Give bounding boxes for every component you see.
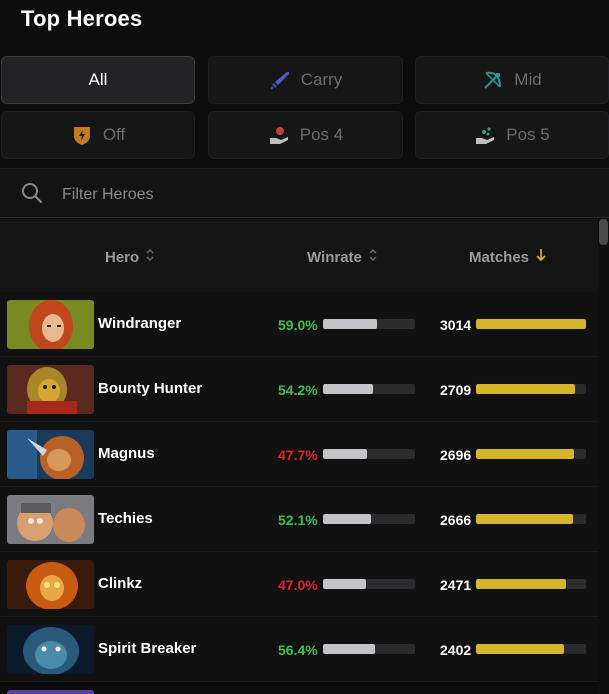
winrate-value: 47.7% bbox=[278, 447, 318, 463]
hero-portrait-techies bbox=[7, 495, 94, 544]
tab-label: Pos 5 bbox=[506, 125, 550, 144]
filter-bar bbox=[0, 168, 609, 218]
matches-value: 2696 bbox=[440, 447, 472, 463]
tab-label: Carry bbox=[300, 70, 343, 89]
bow-icon bbox=[482, 69, 504, 91]
tab-all[interactable]: All bbox=[1, 56, 195, 104]
column-label: Matches bbox=[469, 248, 530, 266]
winrate-bar bbox=[323, 514, 415, 524]
matches-value: 2666 bbox=[440, 512, 472, 528]
winrate-bar-fill bbox=[323, 384, 373, 394]
matches-bar bbox=[476, 384, 586, 394]
tab-label: All bbox=[88, 70, 108, 89]
column-label: Hero bbox=[105, 248, 140, 266]
support-hand-icon bbox=[268, 124, 290, 146]
winrate-value: 59.0% bbox=[278, 317, 318, 333]
filter-heroes-input[interactable] bbox=[60, 181, 564, 209]
hard-support-hand-icon bbox=[474, 124, 496, 146]
winrate-bar bbox=[323, 319, 415, 329]
table-row[interactable]: Windranger 59.0% 3014 bbox=[0, 292, 598, 357]
matches-value: 2709 bbox=[440, 382, 472, 398]
table-scrollbar[interactable] bbox=[598, 219, 609, 694]
matches-bar bbox=[476, 579, 586, 589]
column-label: Winrate bbox=[307, 248, 362, 266]
winrate-value: 56.4% bbox=[278, 642, 318, 658]
column-header-winrate[interactable]: Winrate bbox=[307, 248, 378, 266]
page-title: Top Heroes bbox=[21, 6, 143, 31]
matches-bar-fill bbox=[476, 514, 574, 524]
hero-name: Magnus bbox=[98, 445, 155, 462]
tab-label: Off bbox=[102, 125, 126, 144]
sort-toggle-icon bbox=[145, 248, 155, 266]
matches-bar-fill bbox=[476, 449, 575, 459]
column-header-matches[interactable]: Matches bbox=[469, 248, 547, 266]
hero-portrait-bounty-hunter bbox=[7, 365, 94, 414]
tab-mid[interactable]: Mid bbox=[415, 56, 609, 104]
sort-toggle-icon bbox=[368, 248, 378, 266]
winrate-bar bbox=[323, 384, 415, 394]
hero-name: Clinkz bbox=[98, 575, 143, 592]
tab-off[interactable]: Off bbox=[1, 111, 195, 159]
winrate-bar-fill bbox=[323, 449, 367, 459]
tab-pos5[interactable]: Pos 5 bbox=[415, 111, 609, 159]
scrollbar-thumb[interactable] bbox=[599, 219, 608, 245]
winrate-bar-fill bbox=[323, 579, 367, 589]
matches-bar-fill bbox=[476, 644, 564, 654]
winrate-value: 54.2% bbox=[278, 382, 318, 398]
next-hero-portrait-peek bbox=[7, 690, 94, 694]
winrate-value: 47.0% bbox=[278, 577, 318, 593]
winrate-bar bbox=[323, 644, 415, 654]
matches-bar-fill bbox=[476, 384, 575, 394]
hero-name: Techies bbox=[98, 510, 153, 527]
winrate-bar-fill bbox=[323, 514, 371, 524]
matches-bar-fill bbox=[476, 579, 567, 589]
table-row[interactable]: Magnus 47.7% 2696 bbox=[0, 422, 598, 487]
winrate-value: 52.1% bbox=[278, 512, 318, 528]
tab-label: Pos 4 bbox=[299, 125, 344, 144]
matches-bar-fill bbox=[476, 319, 586, 329]
matches-bar bbox=[476, 644, 586, 654]
winrate-bar-fill bbox=[323, 644, 375, 654]
column-header-hero[interactable]: Hero bbox=[105, 248, 155, 266]
shield-icon bbox=[71, 124, 93, 146]
hero-portrait-spirit-breaker bbox=[7, 625, 94, 674]
table-header: Hero Winrate Matches bbox=[0, 219, 598, 293]
table-row[interactable]: Spirit Breaker 56.4% 2402 bbox=[0, 617, 598, 682]
table-row[interactable]: Clinkz 47.0% 2471 bbox=[0, 552, 598, 617]
hero-portrait-clinkz bbox=[7, 560, 94, 609]
hero-name: Spirit Breaker bbox=[98, 640, 197, 657]
matches-bar bbox=[476, 449, 586, 459]
hero-name: Windranger bbox=[98, 315, 182, 332]
matches-value: 2402 bbox=[440, 642, 472, 658]
winrate-bar bbox=[323, 579, 415, 589]
tab-label: Mid bbox=[514, 70, 542, 89]
hero-portrait-magnus bbox=[7, 430, 94, 479]
matches-value: 2471 bbox=[440, 577, 472, 593]
matches-bar bbox=[476, 514, 586, 524]
tab-pos4[interactable]: Pos 4 bbox=[208, 111, 403, 159]
table-row[interactable]: Bounty Hunter 54.2% 2709 bbox=[0, 357, 598, 422]
table-row[interactable]: Techies 52.1% 2666 bbox=[0, 487, 598, 552]
sort-desc-arrow-icon bbox=[535, 248, 547, 266]
hero-portrait-windranger bbox=[7, 300, 94, 349]
winrate-bar bbox=[323, 449, 415, 459]
matches-bar bbox=[476, 319, 586, 329]
hero-name: Bounty Hunter bbox=[98, 380, 203, 397]
winrate-bar-fill bbox=[323, 319, 378, 329]
search-icon bbox=[20, 181, 44, 210]
sword-icon bbox=[269, 69, 291, 91]
matches-value: 3014 bbox=[440, 317, 472, 333]
tab-carry[interactable]: Carry bbox=[208, 56, 403, 104]
